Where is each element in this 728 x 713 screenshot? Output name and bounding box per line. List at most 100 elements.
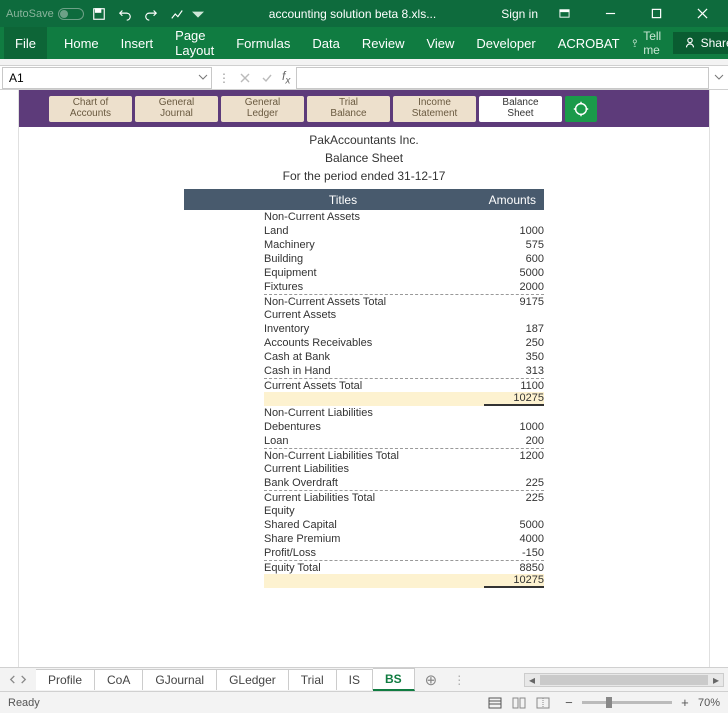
- sheet-tab-trial[interactable]: Trial: [289, 669, 337, 690]
- table-row[interactable]: Accounts Receivables250: [264, 336, 544, 350]
- sheet-tab-coa[interactable]: CoA: [95, 669, 143, 690]
- nav-general-ledger[interactable]: GeneralLedger: [221, 96, 304, 122]
- view-page-break-button[interactable]: [532, 694, 554, 712]
- ribbon-tab-developer[interactable]: Developer: [465, 27, 546, 59]
- name-box[interactable]: A1: [2, 67, 212, 89]
- ribbon-tab-review[interactable]: Review: [351, 27, 416, 59]
- sheet-tab-is[interactable]: IS: [337, 669, 373, 690]
- row-title: Share Premium: [264, 533, 484, 545]
- tab-scroll-prev[interactable]: [8, 675, 17, 684]
- enter-formula-button[interactable]: [256, 67, 278, 89]
- table-row[interactable]: Shared Capital5000: [264, 518, 544, 532]
- zoom-level[interactable]: 70%: [698, 697, 720, 709]
- row-amount: 250: [484, 337, 544, 349]
- ribbon-collapsed-area: [0, 59, 728, 66]
- table-row[interactable]: Equity: [264, 504, 544, 518]
- table-row[interactable]: Current Assets Total1100: [264, 378, 544, 392]
- nav-balance-sheet[interactable]: BalanceSheet: [479, 96, 562, 122]
- save-button[interactable]: [88, 3, 110, 25]
- qat-chart-button[interactable]: [166, 3, 188, 25]
- table-row[interactable]: Cash at Bank350: [264, 350, 544, 364]
- nav-trial-balance[interactable]: TrialBalance: [307, 96, 390, 122]
- scroll-left-button[interactable]: ◂: [525, 674, 539, 686]
- row-amount: 1100: [484, 380, 544, 392]
- zoom-out-button[interactable]: −: [562, 696, 576, 710]
- row-title: Loan: [264, 435, 484, 447]
- redo-button[interactable]: [140, 3, 162, 25]
- autosave-toggle[interactable]: AutoSave: [6, 8, 84, 20]
- company-name: PakAccountants Inc.: [19, 131, 709, 149]
- table-row[interactable]: Machinery575: [264, 238, 544, 252]
- nav-chart-of-accounts[interactable]: Chart ofAccounts: [49, 96, 132, 122]
- sheet-tab-gjournal[interactable]: GJournal: [143, 669, 217, 690]
- view-normal-button[interactable]: [484, 694, 506, 712]
- tab-scroll-next[interactable]: [19, 675, 28, 684]
- expand-formula-bar[interactable]: [714, 71, 728, 85]
- qat-customize-button[interactable]: [192, 3, 204, 25]
- cancel-formula-button[interactable]: [234, 67, 256, 89]
- table-row[interactable]: Loan200: [264, 434, 544, 448]
- table-row[interactable]: 10275: [264, 392, 544, 406]
- ribbon-tab-insert[interactable]: Insert: [110, 27, 165, 59]
- row-amount: 600: [484, 253, 544, 265]
- row-amount: 1000: [484, 225, 544, 237]
- ribbon-tab-view[interactable]: View: [415, 27, 465, 59]
- ribbon-tab-home[interactable]: Home: [53, 27, 110, 59]
- status-ready: Ready: [8, 697, 40, 709]
- tell-me-search[interactable]: Tell me: [631, 29, 667, 57]
- zoom-in-button[interactable]: +: [678, 696, 692, 710]
- zoom-slider[interactable]: [582, 701, 672, 704]
- ribbon-display-button[interactable]: [544, 0, 584, 27]
- ribbon-tab-data[interactable]: Data: [301, 27, 350, 59]
- ribbon-tab-acrobat[interactable]: ACROBAT: [547, 27, 631, 59]
- table-row[interactable]: Current Assets: [264, 308, 544, 322]
- ribbon-tab-page-layout[interactable]: Page Layout: [164, 27, 225, 59]
- horizontal-scrollbar[interactable]: ◂ ▸: [471, 673, 728, 687]
- table-row[interactable]: Inventory187: [264, 322, 544, 336]
- sheet-tab-profile[interactable]: Profile: [36, 669, 95, 690]
- table-row[interactable]: Debentures1000: [264, 420, 544, 434]
- sheet-tab-bs[interactable]: BS: [373, 668, 415, 691]
- signin-link[interactable]: Sign in: [501, 7, 538, 21]
- row-amount: 225: [484, 477, 544, 489]
- ribbon-tab-file[interactable]: File: [4, 27, 47, 59]
- header-amounts: Amounts: [462, 193, 544, 207]
- chevron-down-icon[interactable]: [198, 71, 208, 85]
- table-row[interactable]: Building600: [264, 252, 544, 266]
- scroll-right-button[interactable]: ▸: [709, 674, 723, 686]
- add-sheet-button[interactable]: ⊕: [415, 671, 448, 689]
- table-row[interactable]: Non-Current Liabilities: [264, 406, 544, 420]
- row-amount: 350: [484, 351, 544, 363]
- table-row[interactable]: Bank Overdraft225: [264, 476, 544, 490]
- close-button[interactable]: [682, 0, 722, 27]
- table-row[interactable]: Non-Current Assets: [264, 210, 544, 224]
- view-page-layout-button[interactable]: [508, 694, 530, 712]
- table-row[interactable]: Profit/Loss-150: [264, 546, 544, 560]
- sheet-tab-gledger[interactable]: GLedger: [217, 669, 289, 690]
- share-button[interactable]: Share: [673, 32, 728, 54]
- nav-general-journal[interactable]: GeneralJournal: [135, 96, 218, 122]
- table-row[interactable]: Fixtures2000: [264, 280, 544, 294]
- table-row[interactable]: Non-Current Assets Total9175: [264, 294, 544, 308]
- row-amount: 200: [484, 435, 544, 447]
- table-row[interactable]: Non-Current Liabilities Total1200: [264, 448, 544, 462]
- table-row[interactable]: Equity Total8850: [264, 560, 544, 574]
- table-row[interactable]: Current Liabilities: [264, 462, 544, 476]
- table-row[interactable]: Current Liabilities Total225: [264, 490, 544, 504]
- maximize-button[interactable]: [636, 0, 676, 27]
- ribbon-tab-formulas[interactable]: Formulas: [225, 27, 301, 59]
- nav-income-statement[interactable]: IncomeStatement: [393, 96, 476, 122]
- table-row[interactable]: Cash in Hand313: [264, 364, 544, 378]
- row-title: Accounts Receivables: [264, 337, 484, 349]
- table-row[interactable]: Share Premium4000: [264, 532, 544, 546]
- minimize-button[interactable]: [590, 0, 630, 27]
- row-amount: 9175: [484, 296, 544, 308]
- table-row[interactable]: 10275: [264, 574, 544, 588]
- scroll-thumb[interactable]: [540, 675, 708, 685]
- fx-icon[interactable]: fx: [278, 69, 294, 86]
- formula-input[interactable]: [296, 67, 709, 89]
- table-row[interactable]: Equipment5000: [264, 266, 544, 280]
- settings-button[interactable]: [565, 96, 597, 122]
- table-row[interactable]: Land1000: [264, 224, 544, 238]
- undo-button[interactable]: [114, 3, 136, 25]
